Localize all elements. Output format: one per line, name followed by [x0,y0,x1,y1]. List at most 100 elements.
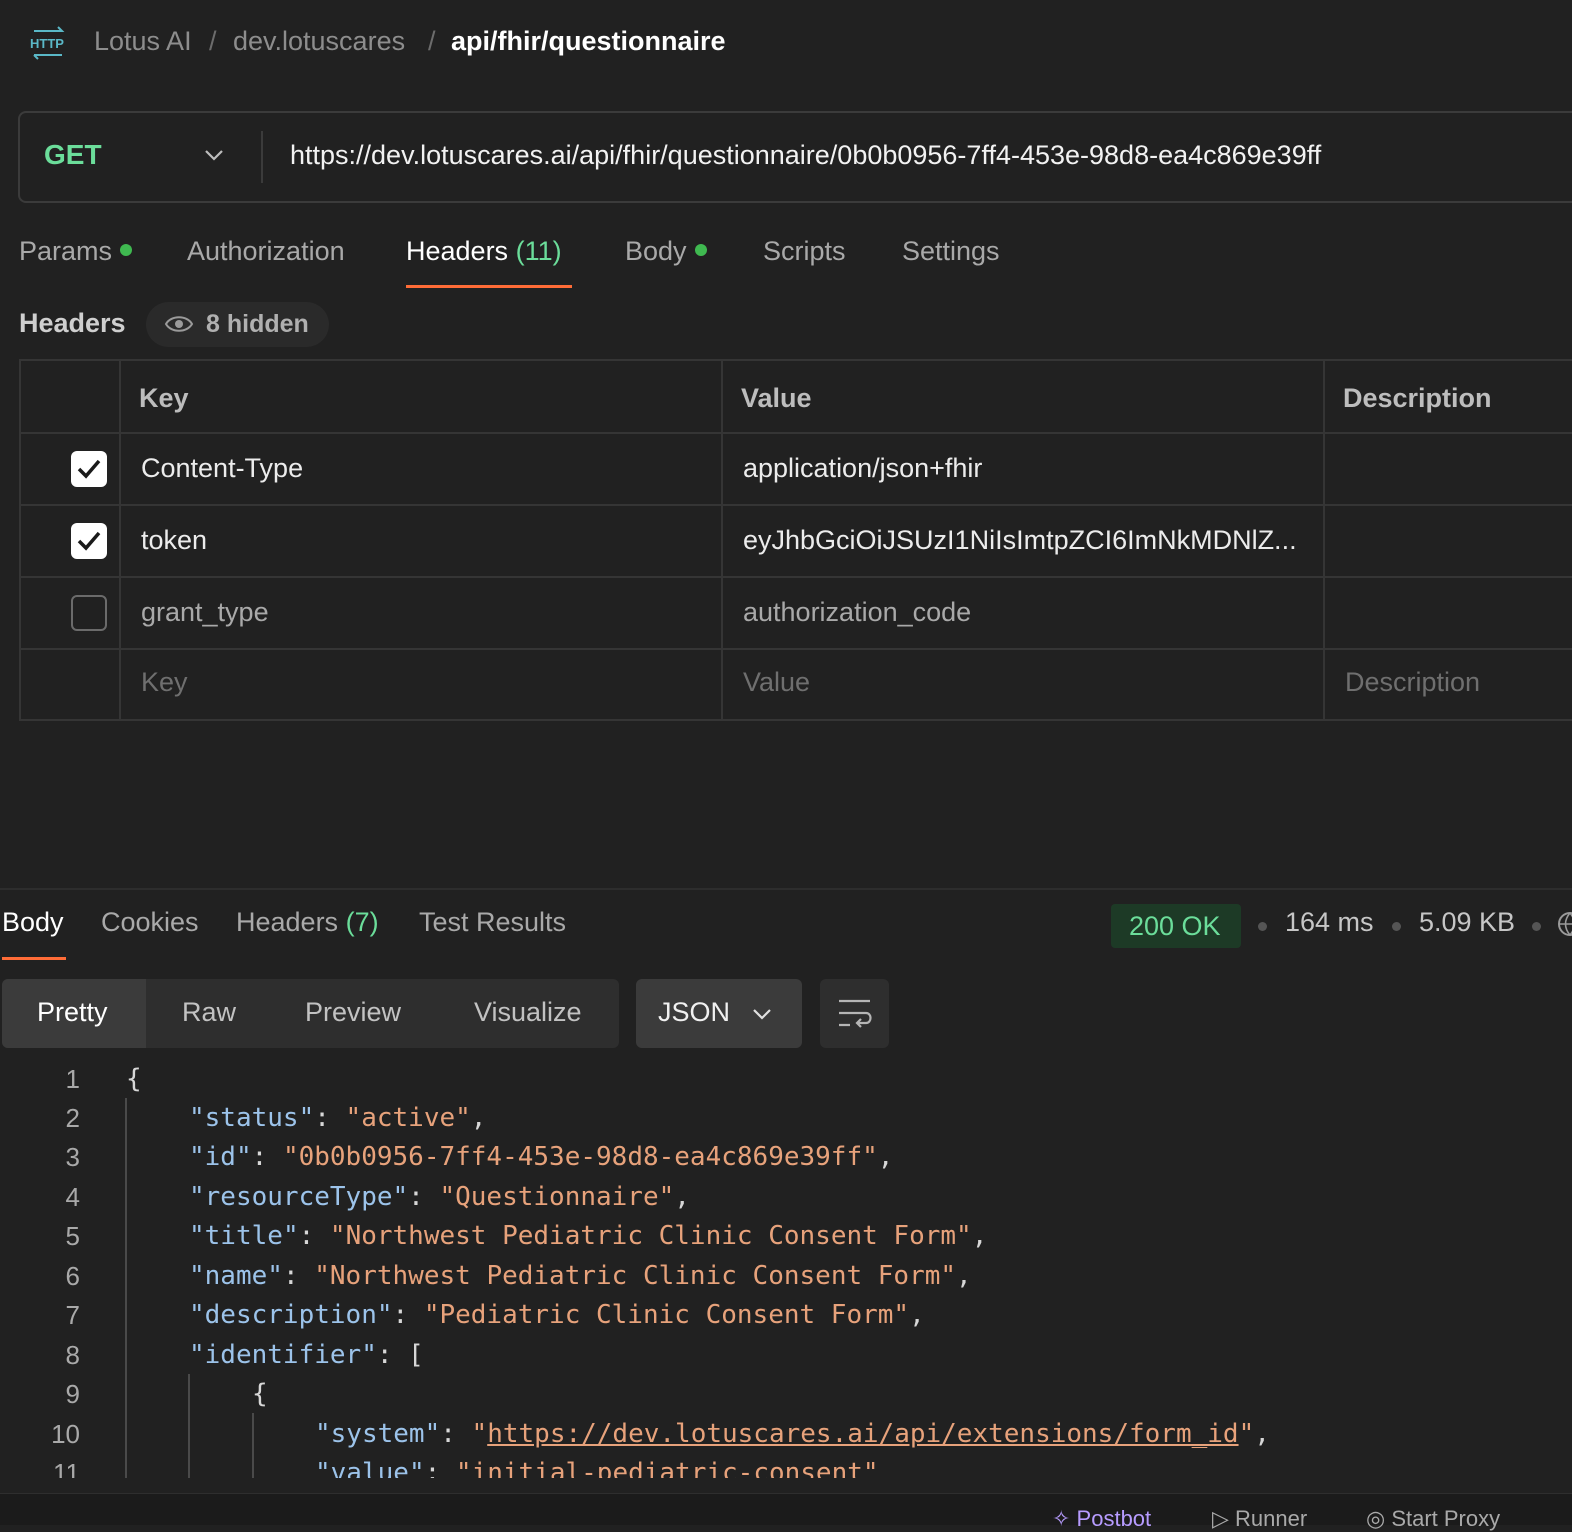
line-number: 10 [51,1419,80,1449]
breadcrumb-separator: / [209,26,217,56]
separator-dot [1258,922,1267,931]
response-size[interactable]: 5.09 KB [1419,907,1515,938]
view-visualize[interactable]: Visualize [474,997,582,1028]
header-value[interactable]: eyJhbGciOiJSUzI1NiIsImtpZCI6ImNkMDNlZ... [743,525,1297,556]
code-line: "identifier": [ [189,1340,424,1370]
header-key[interactable]: Content-Type [141,453,303,484]
svg-text:HTTP: HTTP [30,36,64,51]
response-tab-headers[interactable]: Headers (7) [236,907,379,938]
line-number: 7 [65,1300,80,1330]
breadcrumb-workspace[interactable]: Lotus AI [94,26,192,57]
tab-params[interactable]: Params [19,236,133,267]
view-raw[interactable]: Raw [182,997,236,1028]
line-number: 9 [65,1379,80,1409]
check-icon [77,531,101,551]
view-pretty[interactable]: Pretty [37,997,108,1028]
header-key[interactable]: token [141,525,207,556]
view-preview[interactable]: Preview [305,997,401,1028]
code-line: "resourceType": "Questionnaire", [189,1182,690,1212]
active-tab-indicator [406,285,572,288]
status-text: 200 OK [1129,911,1221,941]
tab-scripts[interactable]: Scripts [763,236,846,267]
line-number: 6 [65,1261,80,1291]
tab-label: Params [19,236,113,266]
runner-button[interactable]: ▷ Runner [1212,1506,1307,1532]
method-select[interactable]: GET [44,139,102,171]
view-mode-segmented: Pretty Raw Preview Visualize [2,979,619,1048]
code-line: "value": "initial-pediatric-consent" [315,1458,879,1478]
new-key-input[interactable]: Key [141,667,188,698]
pane-divider[interactable] [0,888,1572,890]
tab-authorization[interactable]: Authorization [187,236,345,267]
line-number: 11 [53,1458,80,1478]
tab-label: Headers [406,236,509,266]
status-badge[interactable]: 200 OK [1111,904,1241,948]
hidden-headers-toggle[interactable]: 8 hidden [146,302,329,347]
response-tab-test-results[interactable]: Test Results [419,907,566,938]
new-description-input[interactable]: Description [1345,667,1480,698]
breadcrumb-collection[interactable]: dev.lotuscares [233,26,405,57]
modified-dot [120,243,133,256]
tab-headers[interactable]: Headers (11) [406,236,562,267]
modified-dot [694,243,707,256]
wrap-lines-button[interactable] [820,979,889,1048]
row-checkbox[interactable] [71,595,107,631]
response-tab-cookies[interactable]: Cookies [101,907,199,938]
chevron-down-icon [753,1009,771,1020]
http-icon: HTTP [30,26,65,60]
column-header-value: Value [741,383,812,413]
tab-label: Authorization [187,236,345,266]
header-key[interactable]: grant_type [141,597,269,628]
tab-label: Body [625,236,687,266]
response-tab-body[interactable]: Body [2,907,64,938]
code-line: "name": "Northwest Pediatric Clinic Cons… [189,1261,972,1291]
tab-body[interactable]: Body [625,236,707,267]
code-line: { [252,1379,268,1409]
separator-dot [1392,922,1401,931]
code-line: "title": "Northwest Pediatric Clinic Con… [189,1221,988,1251]
postbot-button[interactable]: ✧ Postbot [1052,1506,1151,1532]
header-value[interactable]: authorization_code [743,597,971,628]
hidden-count: 8 hidden [206,310,309,338]
response-body-editor[interactable]: 1 { 2 "status": "active", 3 "id": "0b0b0… [0,1058,1572,1478]
language-label: JSON [658,997,731,1027]
code-link[interactable]: https://dev.lotuscares.ai/api/extensions… [487,1419,1238,1449]
check-icon [77,459,101,479]
line-number: 3 [65,1142,80,1172]
line-number: 5 [65,1221,80,1251]
response-time[interactable]: 164 ms [1285,907,1374,938]
tab-label: Headers [236,907,339,937]
column-header-description: Description [1343,383,1492,413]
request-bar: GET https://dev.lotuscares.ai/api/fhir/q… [18,111,1572,203]
line-number: 2 [65,1103,80,1133]
status-bar: ✧ Postbot ▷ Runner ◎ Start Proxy [0,1493,1572,1531]
headers-table: Key Value Description Content-Type appli… [19,359,1572,721]
row-checkbox[interactable] [71,451,107,487]
line-number: 1 [65,1064,80,1094]
code-line: "description": "Pediatric Clinic Consent… [189,1300,925,1330]
row-checkbox[interactable] [71,523,107,559]
headers-section-title: Headers [19,308,126,338]
tab-count: (11) [515,236,562,266]
divider [261,131,263,183]
url-input[interactable]: https://dev.lotuscares.ai/api/fhir/quest… [290,140,1321,171]
active-tab-indicator [2,957,66,960]
header-value[interactable]: application/json+fhir [743,453,982,484]
column-header-key: Key [139,383,189,413]
tab-label: Scripts [763,236,846,266]
tab-count: (7) [345,907,379,937]
language-select[interactable]: JSON [636,979,802,1048]
line-number: 8 [65,1340,80,1370]
breadcrumb-request[interactable]: api/fhir/questionnaire [451,26,726,57]
start-proxy-button[interactable]: ◎ Start Proxy [1366,1506,1500,1532]
eye-icon [164,316,194,332]
code-line: "id": "0b0b0956-7ff4-453e-98d8-ea4c869e3… [189,1142,894,1172]
tab-label: Settings [902,236,1000,266]
line-number: 4 [65,1182,80,1212]
new-value-input[interactable]: Value [743,667,810,698]
globe-icon[interactable] [1556,910,1572,938]
chevron-down-icon[interactable] [202,143,226,167]
tab-settings[interactable]: Settings [902,236,1000,267]
wrap-lines-icon [839,999,872,1028]
code-line: "status": "active", [189,1103,487,1133]
